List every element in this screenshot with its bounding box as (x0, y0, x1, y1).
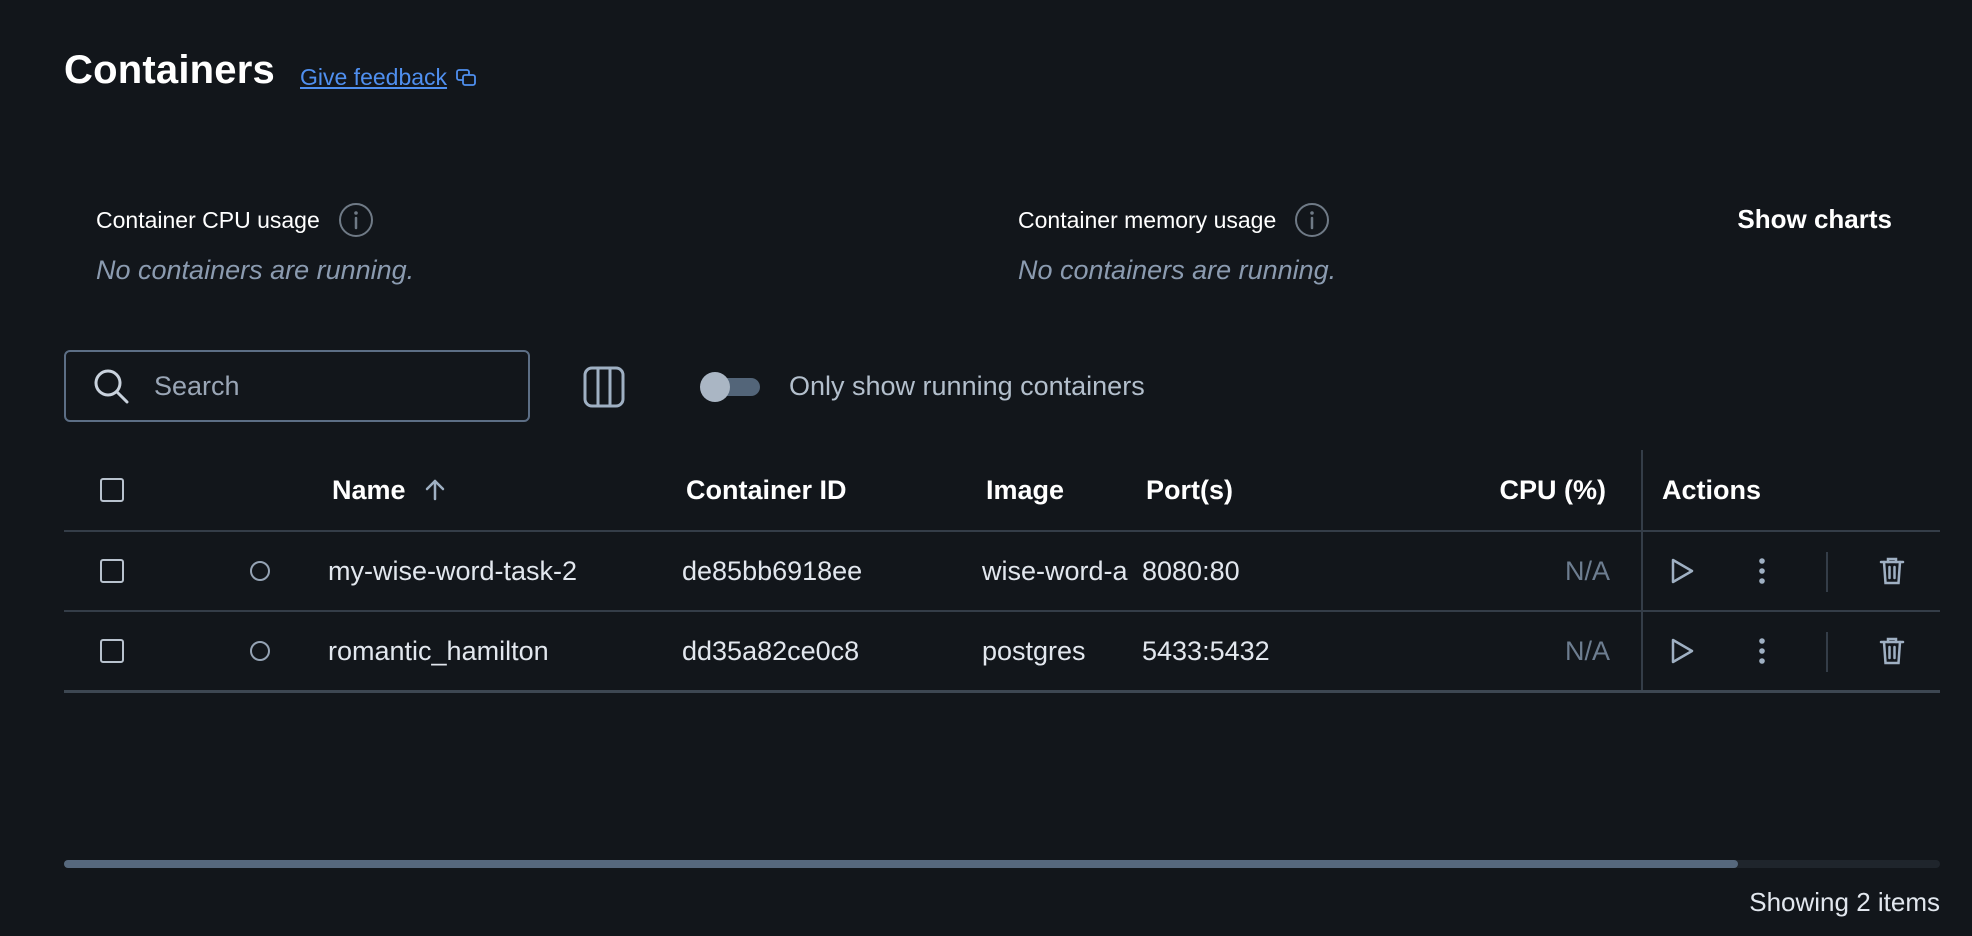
column-header-name[interactable]: Name (332, 450, 446, 530)
delete-button[interactable] (1872, 532, 1912, 610)
trash-icon (1879, 637, 1905, 665)
row-select-cell (100, 532, 124, 610)
column-header-name-label: Name (332, 474, 406, 505)
container-ports[interactable]: 8080:80 (1142, 532, 1240, 610)
table-row[interactable]: romantic_hamilton dd35a82ce0c8 postgres … (64, 612, 1940, 693)
status-stopped-icon (250, 561, 270, 581)
memory-usage-label: Container memory usage (1018, 206, 1277, 233)
container-name[interactable]: my-wise-word-task-2 (328, 532, 658, 610)
container-cpu: N/A (1564, 635, 1610, 666)
cpu-usage-header: Container CPU usage (96, 202, 374, 238)
play-icon (1671, 558, 1694, 584)
info-icon[interactable] (338, 202, 374, 238)
column-header-cpu[interactable]: CPU (%) (1464, 450, 1607, 530)
manage-columns-button[interactable] (582, 366, 626, 413)
info-icon[interactable] (1294, 202, 1330, 238)
table-header-row: Name Container ID Image Port(s) CPU (%) … (64, 450, 1940, 532)
columns-icon (583, 366, 625, 408)
select-all-cell (100, 450, 124, 530)
actions-separator (1826, 632, 1828, 672)
container-image[interactable]: wise-word-api (982, 532, 1128, 610)
container-id: dd35a82ce0c8 (682, 635, 860, 666)
container-ports[interactable]: 5433:5432 (1142, 612, 1270, 690)
start-button[interactable] (1662, 612, 1702, 690)
show-charts-button[interactable]: Show charts (1737, 204, 1892, 235)
page-title: Containers (64, 48, 275, 92)
feedback-icon (456, 68, 476, 86)
containers-table: Name Container ID Image Port(s) CPU (%) … (64, 450, 1940, 693)
more-actions-button[interactable] (1742, 532, 1782, 610)
status-stopped-icon (250, 641, 270, 661)
more-vertical-icon (1759, 558, 1765, 584)
running-only-label: Only show running containers (789, 371, 1145, 401)
status-cell (250, 612, 270, 690)
item-count: Showing 2 items (1749, 887, 1940, 917)
give-feedback-label: Give feedback (300, 64, 448, 90)
status-cell (250, 532, 270, 610)
cpu-usage-label: Container CPU usage (96, 206, 320, 233)
container-cpu: N/A (1564, 555, 1610, 586)
start-button[interactable] (1662, 532, 1702, 610)
arrow-up-icon (425, 479, 444, 501)
column-header-actions: Actions (1662, 474, 1762, 505)
column-header-container-id[interactable]: Container ID (686, 450, 847, 530)
search-icon (94, 369, 129, 404)
row-select-cell (100, 612, 124, 690)
column-header-image[interactable]: Image (986, 450, 1064, 530)
delete-button[interactable] (1872, 612, 1912, 690)
container-id: de85bb6918ee (682, 555, 863, 586)
more-vertical-icon (1759, 638, 1765, 664)
trash-icon (1879, 557, 1905, 585)
scrollbar-thumb[interactable] (64, 860, 1738, 868)
running-only-toggle[interactable] (700, 372, 760, 402)
select-all-checkbox[interactable] (100, 478, 124, 502)
container-name[interactable]: romantic_hamilton (328, 612, 658, 690)
more-actions-button[interactable] (1742, 612, 1782, 690)
play-icon (1671, 638, 1694, 664)
column-header-ports[interactable]: Port(s) (1146, 450, 1233, 530)
memory-usage-empty-text: No containers are running. (1018, 255, 1337, 285)
search-field[interactable] (64, 350, 530, 422)
give-feedback-link[interactable]: Give feedback (300, 64, 477, 91)
row-checkbox[interactable] (100, 559, 124, 583)
horizontal-scrollbar[interactable] (64, 860, 1940, 868)
table-row[interactable]: my-wise-word-task-2 de85bb6918ee wise-wo… (64, 532, 1940, 612)
actions-separator (1826, 552, 1828, 592)
toggle-knob (700, 372, 730, 402)
search-input[interactable] (154, 370, 514, 402)
cpu-usage-empty-text: No containers are running. (96, 255, 415, 285)
container-image[interactable]: postgres (982, 612, 1128, 690)
memory-usage-header: Container memory usage (1018, 202, 1330, 238)
row-checkbox[interactable] (100, 639, 124, 663)
